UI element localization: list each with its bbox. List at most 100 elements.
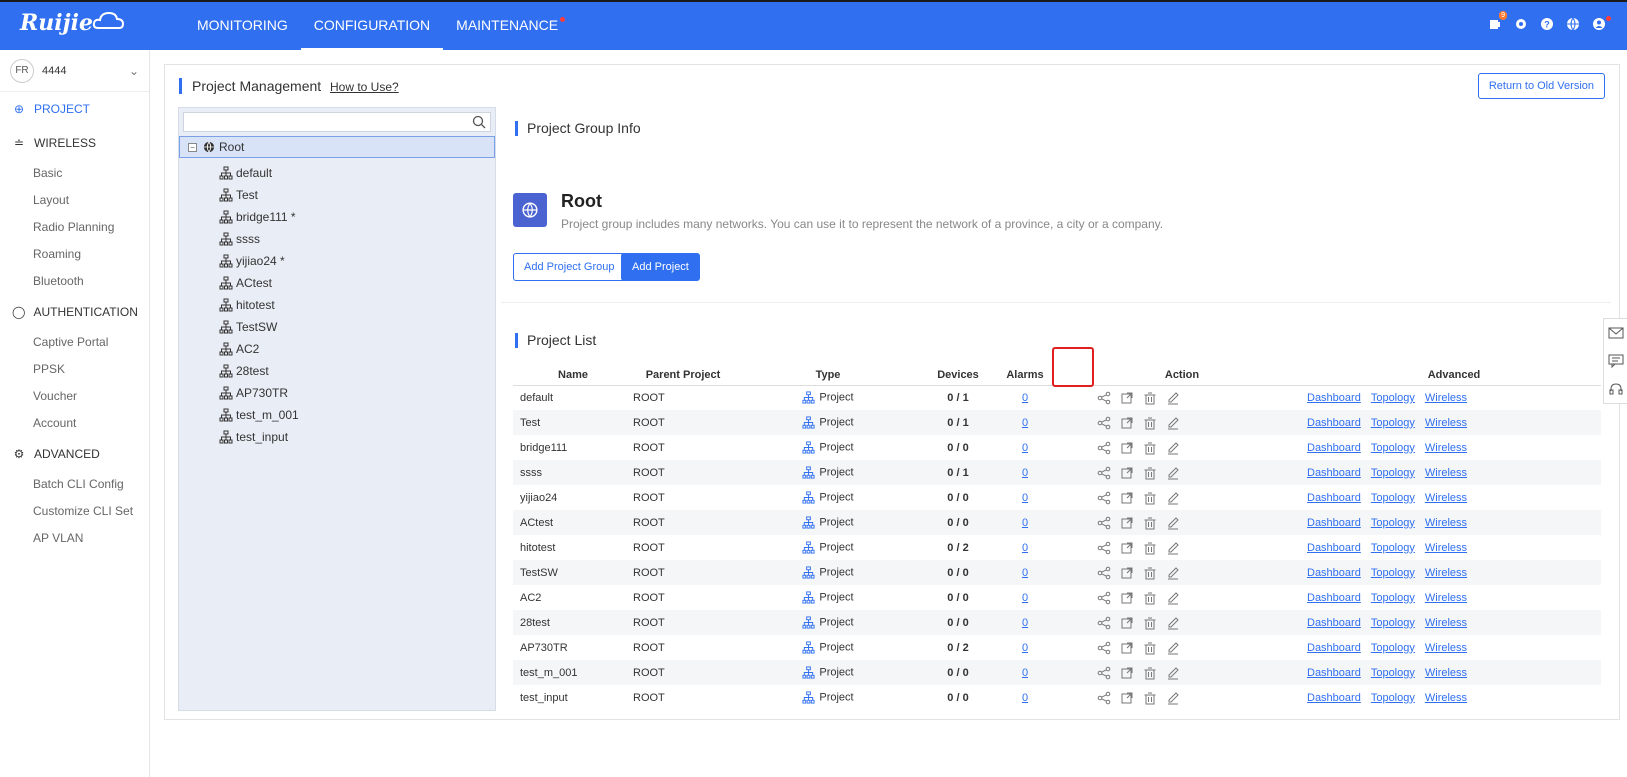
edit-icon[interactable] [1166, 491, 1180, 505]
mail-icon[interactable] [1604, 319, 1627, 347]
add-project-button[interactable]: Add Project [621, 253, 700, 281]
sidebar-item-authentication[interactable]: ◯ AUTHENTICATION [0, 295, 149, 329]
sidebar-subitem-customize-cli-set[interactable]: Customize CLI Set [0, 498, 149, 525]
cell-type[interactable]: Project [733, 660, 923, 685]
sidebar-item-advanced[interactable]: ⚙ ADVANCED [0, 437, 149, 471]
edit-icon[interactable] [1166, 516, 1180, 530]
share-icon[interactable] [1097, 566, 1111, 580]
how-to-use-link[interactable]: How to Use? [330, 80, 399, 94]
cell-type[interactable]: Project [733, 510, 923, 535]
edit-icon[interactable] [1166, 666, 1180, 680]
edit-icon[interactable] [1166, 641, 1180, 655]
move-icon[interactable] [1120, 666, 1134, 680]
move-icon[interactable] [1120, 441, 1134, 455]
sidebar-subitem-captive-portal[interactable]: Captive Portal [0, 329, 149, 356]
delete-icon[interactable] [1143, 516, 1157, 530]
collapse-icon[interactable]: − [188, 142, 197, 152]
dashboard-link[interactable]: Dashboard [1307, 617, 1361, 629]
globe-icon[interactable] [1565, 16, 1581, 32]
share-icon[interactable] [1097, 691, 1111, 705]
delete-icon[interactable] [1143, 691, 1157, 705]
alarms-link[interactable]: 0 [1022, 642, 1028, 654]
dashboard-link[interactable]: Dashboard [1307, 392, 1361, 404]
cell-type[interactable]: Project [733, 485, 923, 510]
user-icon[interactable] [1591, 16, 1611, 32]
nav-item-monitoring[interactable]: MONITORING [184, 2, 301, 50]
topology-link[interactable]: Topology [1371, 617, 1415, 629]
edit-icon[interactable] [1166, 416, 1180, 430]
wireless-link[interactable]: Wireless [1425, 417, 1467, 429]
alarms-link[interactable]: 0 [1022, 542, 1028, 554]
cell-type[interactable]: Project [733, 610, 923, 635]
sidebar-subitem-voucher[interactable]: Voucher [0, 383, 149, 410]
delete-icon[interactable] [1143, 591, 1157, 605]
sidebar-item-wireless[interactable]: ≐ WIRELESS [0, 126, 149, 160]
tree-node[interactable]: hitotest [179, 294, 495, 316]
dashboard-link[interactable]: Dashboard [1307, 467, 1361, 479]
tree-node[interactable]: bridge111 * [179, 206, 495, 228]
move-icon[interactable] [1120, 591, 1134, 605]
wireless-link[interactable]: Wireless [1425, 442, 1467, 454]
move-icon[interactable] [1120, 516, 1134, 530]
alarms-link[interactable]: 0 [1022, 617, 1028, 629]
sidebar-subitem-layout[interactable]: Layout [0, 187, 149, 214]
delete-icon[interactable] [1143, 616, 1157, 630]
wireless-link[interactable]: Wireless [1425, 467, 1467, 479]
share-icon[interactable] [1097, 491, 1111, 505]
alarms-link[interactable]: 0 [1022, 517, 1028, 529]
tree-node[interactable]: ACtest [179, 272, 495, 294]
tree-node[interactable]: yijiao24 * [179, 250, 495, 272]
dashboard-link[interactable]: Dashboard [1307, 642, 1361, 654]
wireless-link[interactable]: Wireless [1425, 642, 1467, 654]
topology-link[interactable]: Topology [1371, 592, 1415, 604]
edit-icon[interactable] [1166, 691, 1180, 705]
share-icon[interactable] [1097, 516, 1111, 530]
delete-icon[interactable] [1143, 466, 1157, 480]
headset-icon[interactable] [1604, 375, 1627, 403]
topology-link[interactable]: Topology [1371, 467, 1415, 479]
move-icon[interactable] [1120, 641, 1134, 655]
move-icon[interactable] [1120, 566, 1134, 580]
share-icon[interactable] [1097, 616, 1111, 630]
delete-icon[interactable] [1143, 391, 1157, 405]
alarms-link[interactable]: 0 [1022, 692, 1028, 704]
sidebar-subitem-basic[interactable]: Basic [0, 160, 149, 187]
edit-icon[interactable] [1166, 591, 1180, 605]
tree-node[interactable]: 28test [179, 360, 495, 382]
dashboard-link[interactable]: Dashboard [1307, 492, 1361, 504]
cell-type[interactable]: Project [733, 385, 923, 410]
move-icon[interactable] [1120, 416, 1134, 430]
tree-node-root[interactable]: − Root [179, 136, 495, 158]
dashboard-link[interactable]: Dashboard [1307, 592, 1361, 604]
alarms-link[interactable]: 0 [1022, 492, 1028, 504]
nav-item-maintenance[interactable]: MAINTENANCE [443, 2, 571, 50]
delete-icon[interactable] [1143, 416, 1157, 430]
return-old-version-button[interactable]: Return to Old Version [1477, 73, 1605, 99]
wireless-link[interactable]: Wireless [1425, 492, 1467, 504]
sidebar-subitem-ap-vlan[interactable]: AP VLAN [0, 525, 149, 552]
add-project-group-button[interactable]: Add Project Group [513, 253, 626, 281]
help-icon[interactable]: ? [1539, 16, 1555, 32]
share-icon[interactable] [1097, 466, 1111, 480]
alarms-link[interactable]: 0 [1022, 667, 1028, 679]
topology-link[interactable]: Topology [1371, 667, 1415, 679]
dashboard-link[interactable]: Dashboard [1307, 542, 1361, 554]
topology-link[interactable]: Topology [1371, 692, 1415, 704]
sidebar-subitem-batch-cli-config[interactable]: Batch CLI Config [0, 471, 149, 498]
wireless-link[interactable]: Wireless [1425, 692, 1467, 704]
topology-link[interactable]: Topology [1371, 492, 1415, 504]
move-icon[interactable] [1120, 691, 1134, 705]
notification-icon[interactable]: 9 [1487, 11, 1507, 32]
delete-icon[interactable] [1143, 641, 1157, 655]
sidebar-subitem-roaming[interactable]: Roaming [0, 241, 149, 268]
topology-link[interactable]: Topology [1371, 417, 1415, 429]
tree-node[interactable]: ssss [179, 228, 495, 250]
tree-node[interactable]: TestSW [179, 316, 495, 338]
edit-icon[interactable] [1166, 391, 1180, 405]
tree-node[interactable]: test_input [179, 426, 495, 448]
share-icon[interactable] [1097, 541, 1111, 555]
topology-link[interactable]: Topology [1371, 542, 1415, 554]
alarms-link[interactable]: 0 [1022, 592, 1028, 604]
sidebar-subitem-bluetooth[interactable]: Bluetooth [0, 268, 149, 295]
cell-type[interactable]: Project [733, 560, 923, 585]
